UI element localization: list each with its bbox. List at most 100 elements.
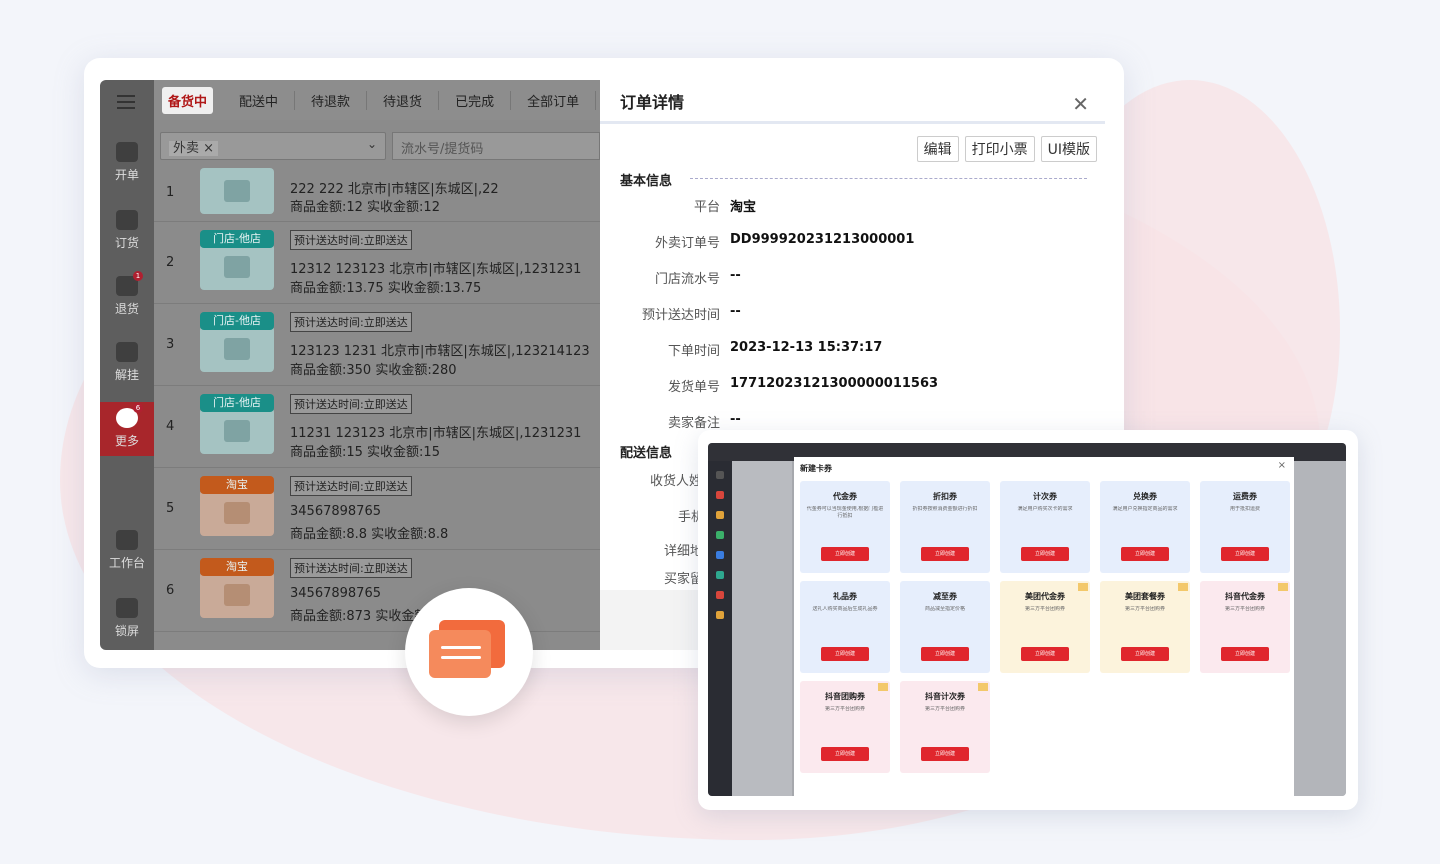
create-coupon-button[interactable]: 立即创建 (921, 647, 969, 661)
order-row[interactable]: 2 门店-他店 预计送达时间:立即送达 12312 123123 北京市|市辖区|东城… (154, 222, 600, 304)
create-coupon-button[interactable]: 立即创建 (1121, 647, 1169, 661)
store-thumbnail (200, 168, 274, 214)
basic-info-title: 基本信息 (620, 174, 673, 189)
field-value: -- (730, 304, 741, 319)
sidebar-item-label: 退货 (114, 302, 139, 316)
tab-delivering[interactable]: 配送中 (223, 90, 296, 110)
order-row[interactable]: 5 淘宝 预计送达时间:立即送达 34567898765 商品金额:8.8 实收金额:8… (154, 468, 600, 550)
coupon-name: 美团代金券 (1025, 592, 1065, 601)
create-coupon-button[interactable]: 立即创建 (1221, 647, 1269, 661)
field-value: -- (730, 412, 741, 427)
rail-icon[interactable] (716, 611, 724, 619)
return-icon: 1 (116, 271, 143, 296)
sidebar-item-order-goods[interactable]: 订货 (100, 210, 154, 251)
store-thumbnail (200, 572, 274, 618)
sidebar-item-label: 锁屏 (114, 624, 139, 638)
order-index: 5 (166, 501, 175, 516)
app-rail (708, 461, 732, 796)
close-icon[interactable]: × (1278, 460, 1286, 471)
store-thumbnail (200, 408, 274, 454)
coupon-card: 折扣券 折扣券按照消费金额进行折扣 立即创建 (900, 481, 990, 573)
coupon-name: 抖音团购券 (825, 692, 865, 701)
order-amounts: 商品金额:13.75 实收金额:13.75 (290, 281, 482, 296)
order-amounts: 商品金额:15 实收金额:15 (290, 445, 440, 460)
field-label: 卖家备注 (667, 416, 720, 431)
coupon-app-window: 新建卡券 × 代金券 代金券可以当现金使用,根据门槛进行抵扣 立即创建 折扣券 折扣券按… (708, 443, 1346, 796)
sidebar-item-workbench[interactable]: 工作台 (100, 530, 154, 571)
close-icon[interactable]: ✕ (1072, 92, 1089, 116)
tab-completed[interactable]: 已完成 (439, 90, 512, 110)
print-receipt-button[interactable]: 打印小票 (964, 136, 1035, 162)
detail-actions: 编辑 打印小票 UI模版 (916, 136, 1097, 162)
order-address: 12312 123123 北京市|市辖区|东城区|,1231231 (290, 262, 582, 277)
create-coupon-button[interactable]: 立即创建 (1021, 647, 1069, 661)
rail-icon[interactable] (716, 531, 724, 539)
channel-chip[interactable]: 外卖 × (169, 141, 219, 156)
order-row[interactable]: 4 门店-他店 预计送达时间:立即送达 11231 123123 北京市|市辖区|东城… (154, 386, 600, 468)
store-thumbnail (200, 326, 274, 372)
field-value: DD999920231213000001 (730, 232, 915, 247)
order-index: 4 (166, 419, 175, 434)
order-index: 3 (166, 337, 175, 352)
coupon-name: 美团套餐券 (1125, 592, 1165, 601)
field-value: 2023-12-13 15:37:17 (730, 340, 883, 355)
tab-pending-refund[interactable]: 待退款 (295, 90, 368, 110)
tab-all-orders[interactable]: 全部订单 (511, 90, 597, 110)
delivery-info-title: 配送信息 (620, 446, 673, 461)
order-row[interactable]: 3 门店-他店 预计送达时间:立即送达 123123 1231 北京市|市辖区|东城区… (154, 304, 600, 386)
sidebar-item-lock[interactable]: 锁屏 (100, 598, 154, 639)
menu-icon[interactable] (117, 95, 135, 109)
edit-button[interactable]: 编辑 (916, 136, 959, 162)
coupon-description: 代金券可以当现金使用,根据门槛进行抵扣 (806, 506, 884, 519)
search-input[interactable]: 流水号/提货码 (392, 132, 600, 160)
coupon-description: 折扣券按照消费金额进行折扣 (912, 506, 978, 512)
orders-folder-icon (405, 588, 533, 716)
detail-title: 订单详情 (600, 80, 1105, 124)
tab-preparing[interactable]: 备货中 (162, 86, 214, 114)
coupon-description: 满足用户购买次卡的需求 (1017, 506, 1073, 512)
rail-icon[interactable] (716, 511, 724, 519)
rail-icon[interactable] (716, 471, 724, 479)
create-coupon-button[interactable]: 立即创建 (1221, 547, 1269, 561)
order-amounts: 商品金额:350 实收金额:280 (290, 363, 457, 378)
background-table (732, 461, 792, 796)
rail-icon[interactable] (716, 591, 724, 599)
platform-corner-icon (1178, 583, 1188, 591)
rail-icon[interactable] (716, 551, 724, 559)
create-coupon-button[interactable]: 立即创建 (921, 747, 969, 761)
coupon-name: 抖音计次券 (925, 692, 965, 701)
channel-select[interactable]: 外卖 × ⌄ (160, 132, 386, 160)
sidebar-item-unhold[interactable]: 解挂 (100, 342, 154, 383)
sidebar-item-return[interactable]: 1 退货 (100, 271, 154, 317)
coupon-card: 抖音代金券 第三方平台团购券 立即创建 (1200, 581, 1290, 673)
order-address: 11231 123123 北京市|市辖区|东城区|,1231231 (290, 426, 582, 441)
coupon-card: 运费券 用于抵扣运费 立即创建 (1200, 481, 1290, 573)
lock-icon (116, 598, 138, 618)
create-coupon-button[interactable]: 立即创建 (1121, 547, 1169, 561)
rail-icon[interactable] (716, 491, 724, 499)
coupon-name: 运费券 (1233, 492, 1257, 501)
coupon-description: 第三方平台团购券 (824, 706, 865, 712)
create-coupon-button[interactable]: 立即创建 (821, 547, 869, 561)
field-value: 17712023121300000011563 (730, 376, 939, 391)
create-coupon-button[interactable]: 立即创建 (821, 747, 869, 761)
store-thumbnail (200, 244, 274, 290)
filter-bar: 外卖 × ⌄ 流水号/提货码 (160, 132, 600, 160)
create-coupon-button[interactable]: 立即创建 (1021, 547, 1069, 561)
create-coupon-button[interactable]: 立即创建 (921, 547, 969, 561)
tab-pending-return[interactable]: 待退货 (367, 90, 440, 110)
order-row[interactable]: 1 222 222 北京市|市辖区|东城区|,22 商品金额:12 实收金额:12 (154, 164, 600, 222)
rail-icon[interactable] (716, 571, 724, 579)
eta-label: 预计送达时间:立即送达 (290, 312, 412, 332)
modal-title: 新建卡券 (800, 464, 832, 473)
coupon-description: 送礼人购买商品后生成礼品券 (812, 606, 878, 612)
sidebar-item-more[interactable]: 6 更多 (100, 402, 154, 456)
sidebar-item-open-order[interactable]: 开单 (100, 142, 154, 183)
sidebar-item-label: 订货 (114, 236, 139, 250)
order-row[interactable]: 6 淘宝 预计送达时间:立即送达 34567898765 商品金额:873 实收金额:8… (154, 550, 600, 632)
coupon-card: 美团代金券 第三方平台团购券 立即创建 (1000, 581, 1090, 673)
ui-template-button[interactable]: UI模版 (1040, 136, 1097, 162)
open-order-icon (116, 142, 138, 162)
create-coupon-button[interactable]: 立即创建 (821, 647, 869, 661)
chat-icon: 6 (116, 403, 143, 428)
